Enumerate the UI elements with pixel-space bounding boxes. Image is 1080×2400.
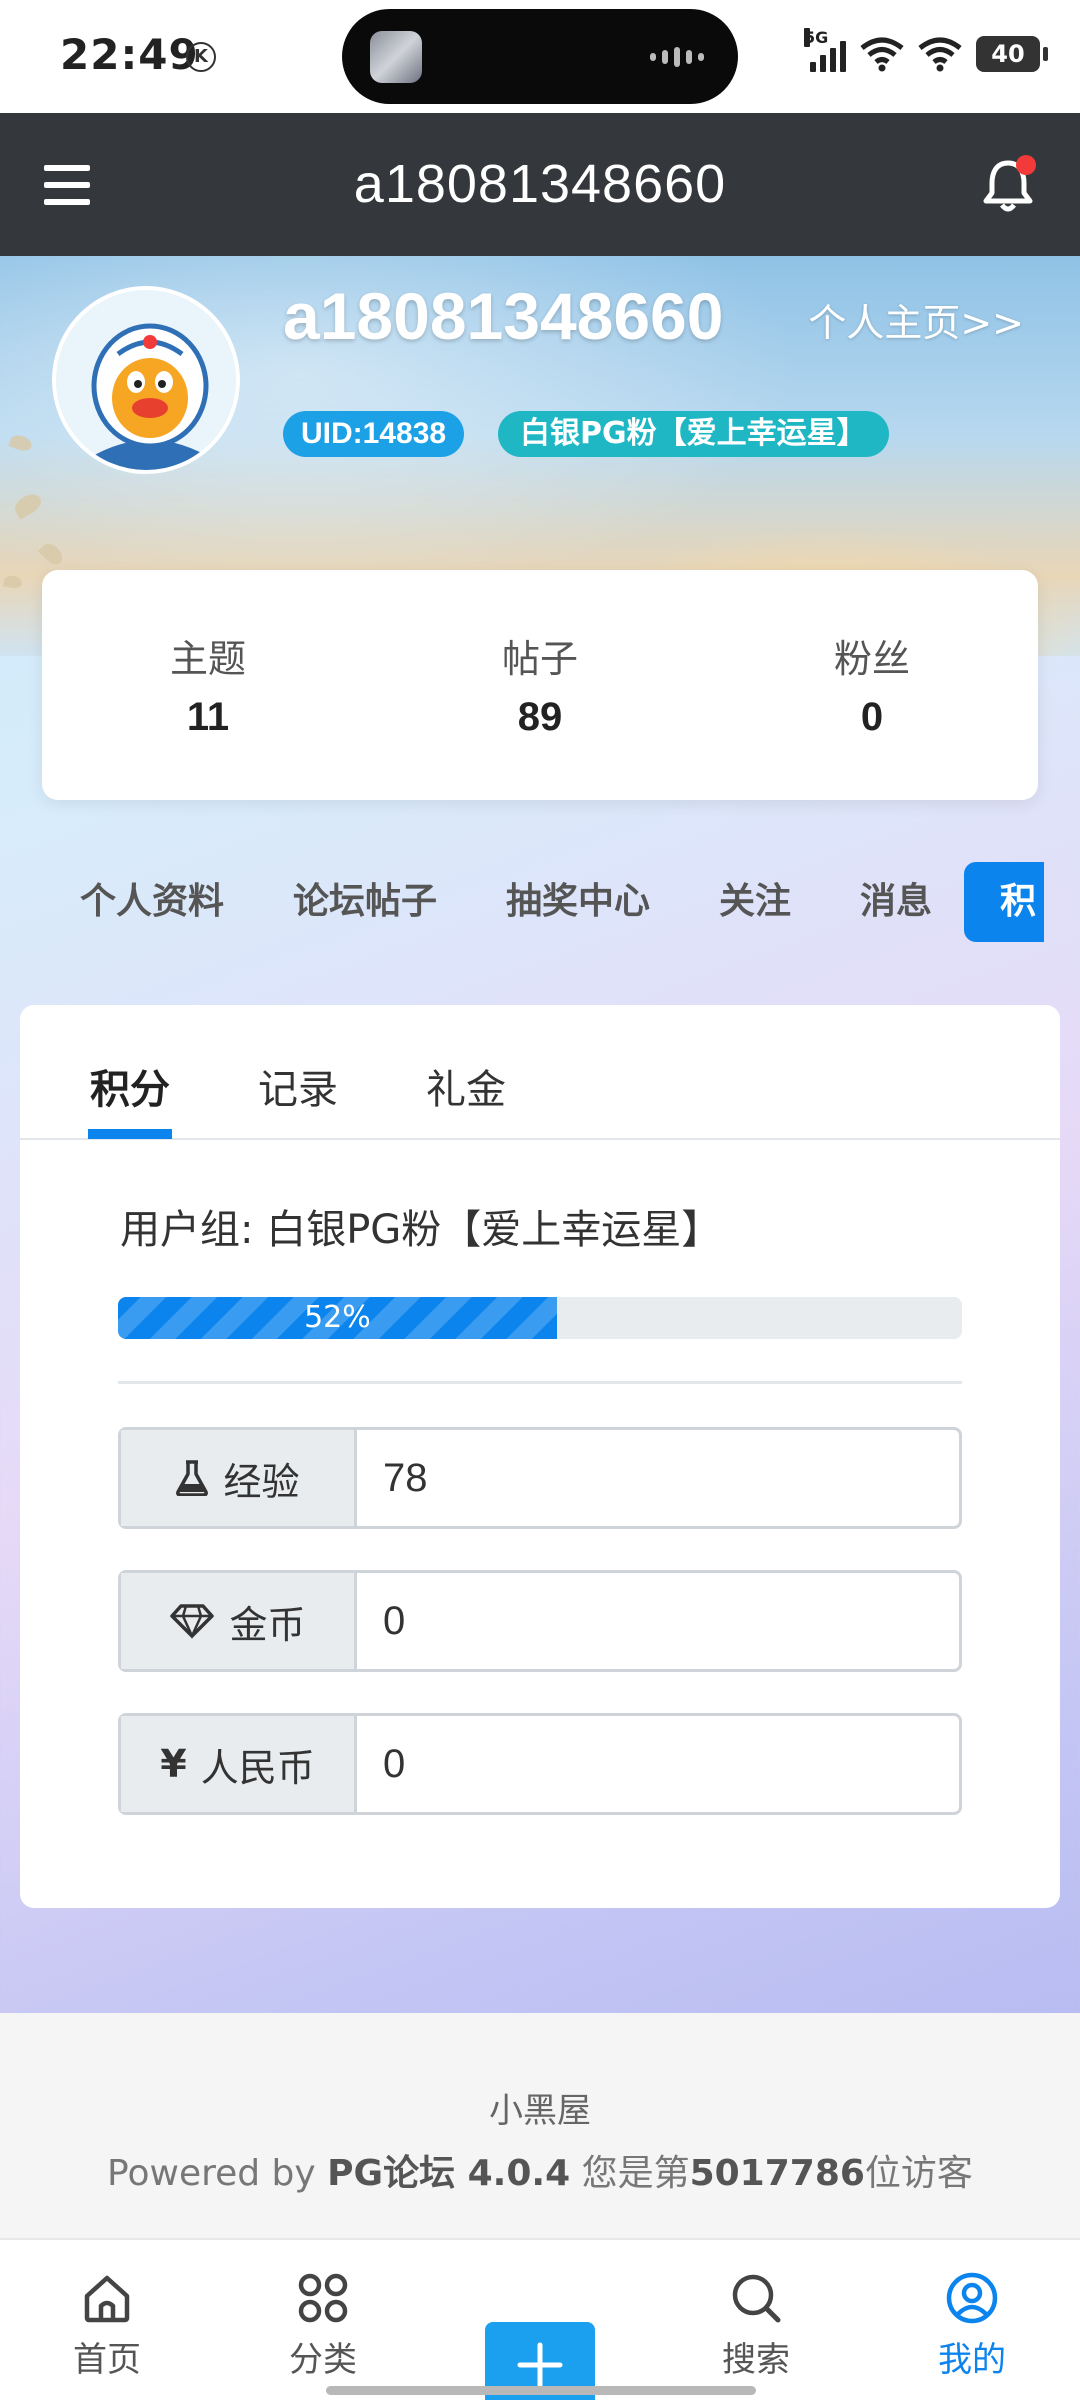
visitor-prefix: 您是第 [570,2153,690,2194]
stat-topics[interactable]: 主题 11 [42,570,374,800]
stat-fans[interactable]: 粉丝 0 [706,570,1038,800]
stats-card: 主题 11 帖子 89 粉丝 0 [42,570,1038,800]
dynamic-island[interactable] [342,9,738,104]
nav-categories[interactable]: 分类 [248,2270,398,2381]
stat-label: 帖子 [501,637,578,681]
field-label-text: 人民币 [200,1745,315,1790]
diamond-icon [170,1604,215,1639]
battery-icon: 40 [976,36,1048,72]
status-bar: 22:49 K 5G 40 [0,0,1080,113]
home-icon [84,2275,130,2323]
tab-gift-money[interactable]: 礼金 [426,1057,506,1115]
field-label-text: 金币 [229,1602,306,1647]
progress-label: 52% [304,1300,371,1335]
divider [118,1381,962,1384]
footer-powered-by: Powered by PG论坛 4.0.4 您是第5017786位访客 [0,2144,1080,2196]
experience-label: 经验 [121,1430,357,1526]
active-tab-indicator [88,1129,172,1139]
tab-messages[interactable]: 消息 [860,862,932,942]
avatar[interactable] [52,286,240,474]
tab-records[interactable]: 记录 [258,1057,338,1115]
personal-homepage-link[interactable]: 个人主页>> [808,292,1024,347]
notification-dot [1016,155,1036,175]
profile-username: a18081348660 [283,279,724,353]
status-time: 22:49 [60,30,199,79]
usergroup-label: 用户组: 白银PG粉【爱上幸运星】 [120,1207,722,1253]
stat-posts[interactable]: 帖子 89 [374,570,706,800]
experience-field: 经验 78 [118,1427,962,1529]
rmb-label: ¥ 人民币 [121,1716,357,1812]
nav-label: 我的 [938,2340,1006,2380]
points-inner-tabs: 积分 记录 礼金 [20,1005,1060,1140]
media-thumbnail [370,31,422,83]
yen-icon: ¥ [160,1742,187,1786]
nav-home[interactable]: 首页 [32,2270,182,2381]
petal-decoration [3,574,23,590]
search-icon [732,2274,781,2323]
wifi-icon [860,37,904,72]
petal-decoration [37,539,67,569]
user-circle-icon [946,2272,998,2324]
status-icons: 5G 40 [804,28,1048,72]
gold-coins-field: 金币 0 [118,1570,962,1672]
user-group-badge: 白银PG粉【爱上幸运星】 [498,411,889,457]
profile-tab-strip: 个人资料 论坛帖子 抽奖中心 关注 消息 积 [0,862,1080,942]
bottom-navigation: 首页 分类 搜索 我的 [0,2238,1080,2400]
tab-points-balance[interactable]: 积分 [90,1057,170,1115]
nav-label: 搜索 [722,2340,790,2380]
signal-icon: 5G [804,28,846,72]
tab-lottery-center[interactable]: 抽奖中心 [506,862,650,942]
stat-label: 主题 [169,637,246,681]
tab-points[interactable]: 积 [964,862,1044,942]
rmb-value: 0 [383,1742,406,1786]
app-header: a18081348660 [0,113,1080,256]
stat-value: 11 [186,695,230,739]
footer-site-name[interactable]: 小黑屋 [0,2083,1080,2132]
status-k-badge: K [186,42,216,72]
gold-coins-label: 金币 [121,1573,357,1669]
nav-label: 首页 [73,2340,141,2380]
visitor-suffix: 位访客 [864,2153,973,2194]
flask-icon [176,1460,209,1496]
petal-decoration [11,490,45,520]
visitor-count: 5017786 [689,2153,865,2194]
level-progress-bar: 52% [118,1297,962,1339]
experience-value: 78 [383,1456,428,1500]
points-card: 积分 记录 礼金 用户组: 白银PG粉【爱上幸运星】 52% 经验 78 金币 … [20,1005,1060,1908]
nav-label: 分类 [289,2340,357,2380]
tab-forum-posts[interactable]: 论坛帖子 [293,862,437,942]
wifi-secondary-icon [918,37,962,72]
powered-prefix: Powered by [107,2153,328,2194]
site-footer: 小黑屋 Powered by PG论坛 4.0.4 您是第5017786位访客 [0,2013,1080,2238]
network-type: 5G [804,28,829,47]
powered-brand[interactable]: PG论坛 4.0.4 [327,2153,570,2194]
petal-decoration [8,432,34,454]
audio-wave-icon [650,47,704,67]
gold-coins-value: 0 [383,1599,406,1643]
grid-icon [298,2273,348,2323]
nav-search[interactable]: 搜索 [681,2270,831,2381]
stat-label: 粉丝 [833,637,910,681]
tab-profile-info[interactable]: 个人资料 [80,862,224,942]
tab-following[interactable]: 关注 [719,862,791,942]
stat-value: 0 [860,695,884,739]
field-label-text: 经验 [223,1459,300,1504]
rmb-field: ¥ 人民币 0 [118,1713,962,1815]
nav-me[interactable]: 我的 [897,2270,1047,2381]
notification-bell-icon[interactable] [978,155,1038,215]
stat-value: 89 [517,695,563,739]
home-indicator[interactable] [326,2386,756,2395]
uid-badge: UID:14838 [283,411,465,457]
header-title: a18081348660 [353,154,727,214]
